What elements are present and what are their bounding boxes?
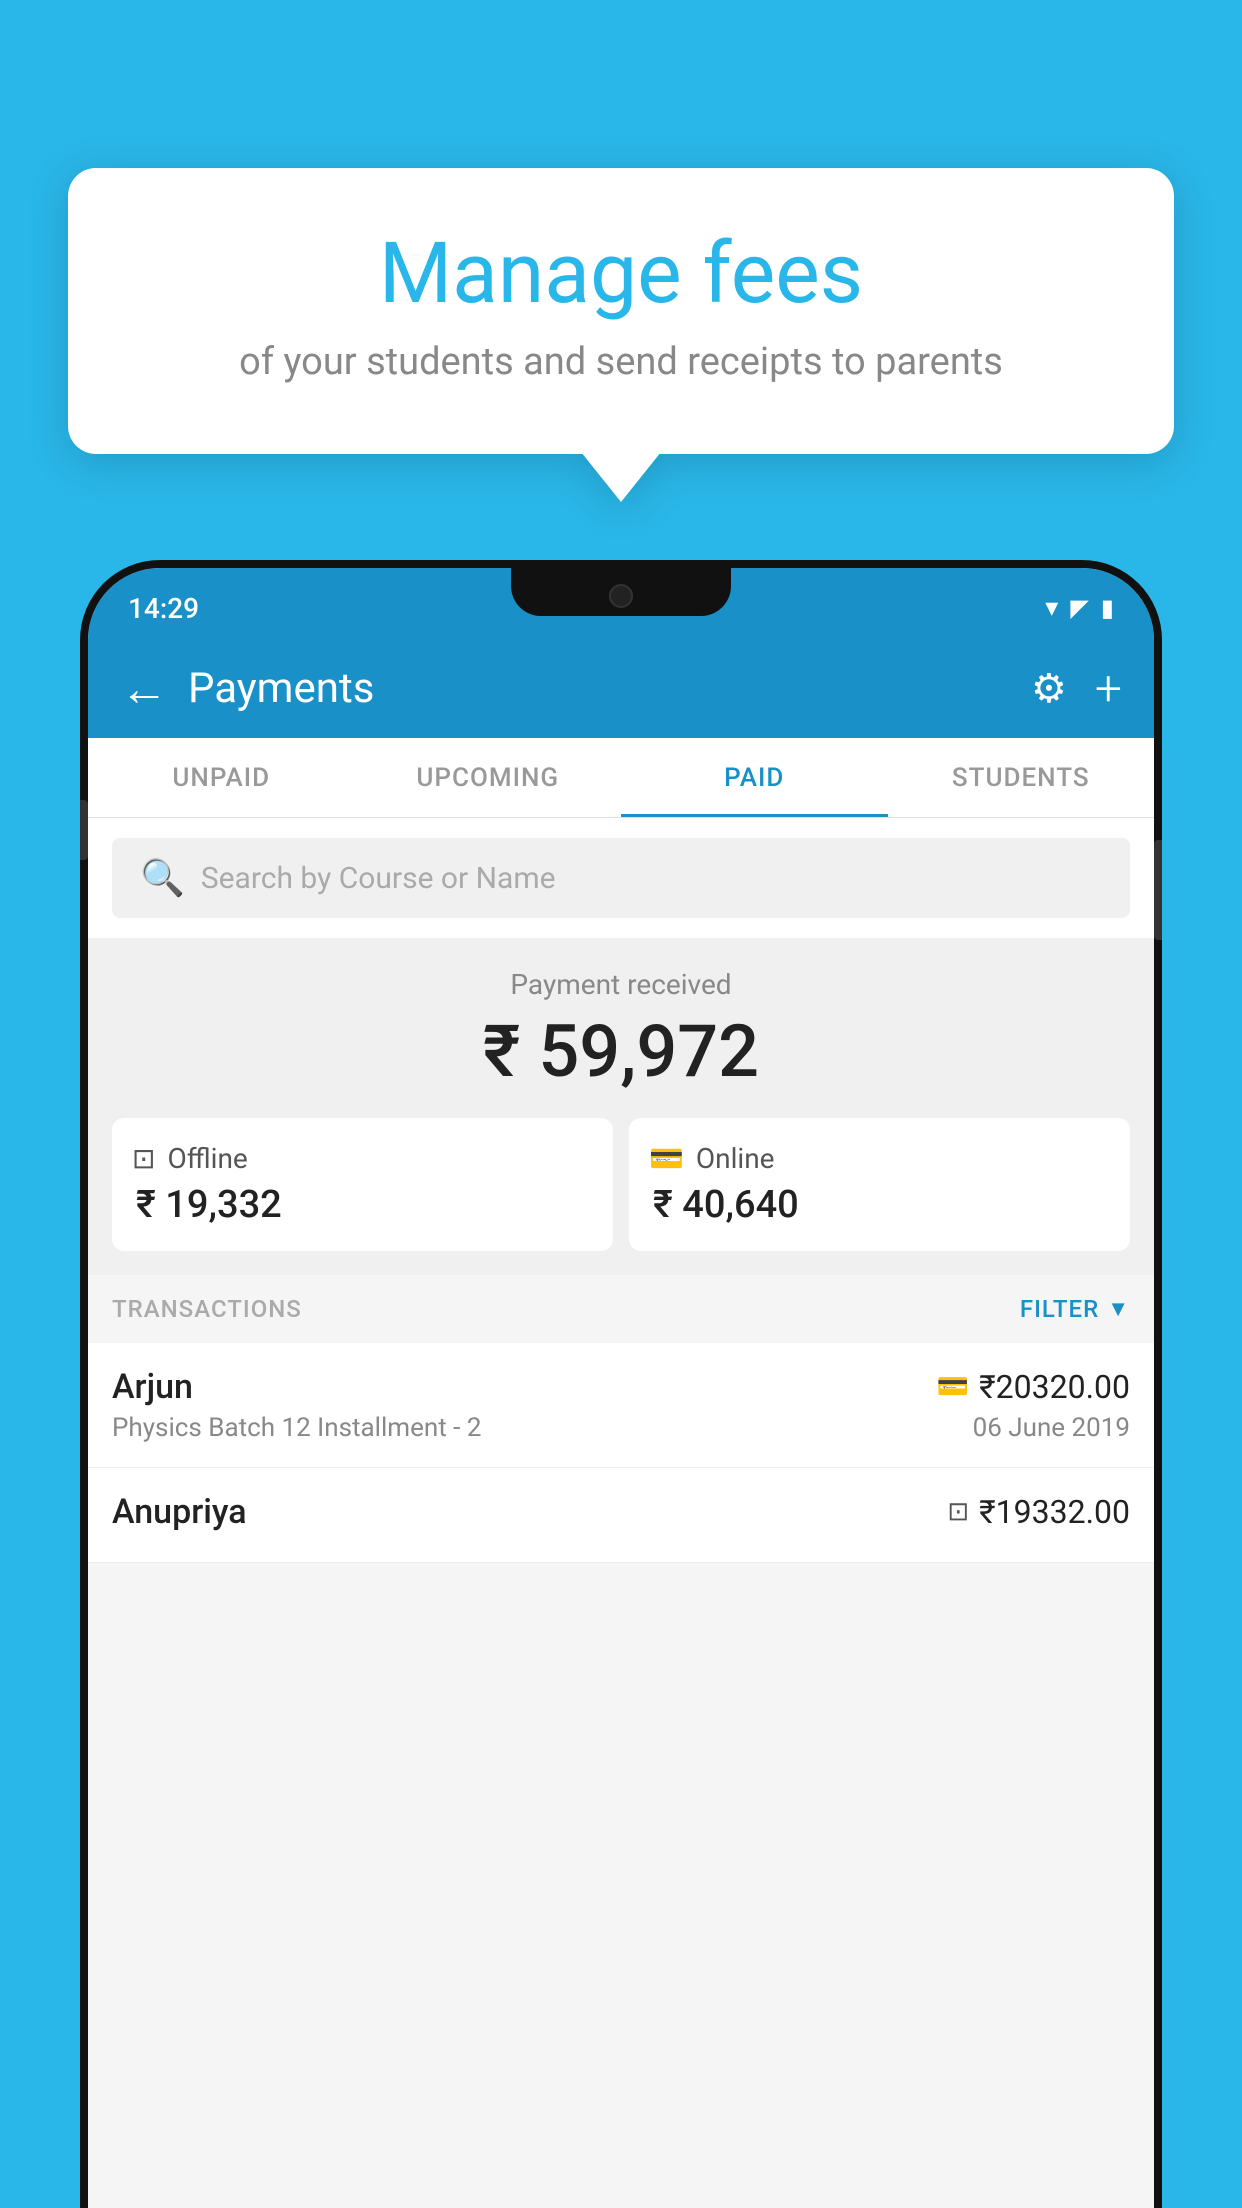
wifi-icon: ▾ xyxy=(1045,593,1058,623)
back-button[interactable]: ← xyxy=(120,660,168,717)
search-container: 🔍 Search by Course or Name xyxy=(88,818,1154,938)
transaction-cash-icon: ⊡ xyxy=(947,1497,969,1527)
phone-frame: 14:29 ▾ ◤ ▮ ← Payments ⚙ + xyxy=(80,560,1162,2208)
transaction-top: Arjun 💳 ₹20320.00 xyxy=(112,1367,1130,1407)
power-button xyxy=(1154,840,1162,940)
filter-button[interactable]: FILTER ▼ xyxy=(1020,1295,1130,1323)
search-icon: 🔍 xyxy=(140,857,185,899)
transaction-amount-wrapper: ⊡ ₹19332.00 xyxy=(947,1493,1130,1531)
filter-icon: ▼ xyxy=(1107,1296,1130,1322)
online-card-header: 💳 Online xyxy=(649,1142,1110,1175)
transaction-date: 06 June 2019 xyxy=(973,1413,1130,1443)
offline-card-header: ⊡ Offline xyxy=(132,1142,593,1175)
transaction-amount: ₹20320.00 xyxy=(979,1368,1130,1406)
phone-notch xyxy=(511,568,731,616)
speech-bubble: Manage fees of your students and send re… xyxy=(68,168,1174,454)
table-row[interactable]: Anupriya ⊡ ₹19332.00 xyxy=(88,1468,1154,1563)
transactions-header: TRANSACTIONS FILTER ▼ xyxy=(88,1275,1154,1343)
payment-summary: Payment received ₹ 59,972 ⊡ Offline ₹ 19… xyxy=(88,938,1154,1275)
payment-total-amount: ₹ 59,972 xyxy=(112,1009,1130,1094)
filter-label-text: FILTER xyxy=(1020,1295,1099,1323)
search-bar[interactable]: 🔍 Search by Course or Name xyxy=(112,838,1130,918)
tab-students[interactable]: STUDENTS xyxy=(888,738,1155,817)
status-time: 14:29 xyxy=(128,592,199,625)
phone-camera xyxy=(609,584,633,608)
tabs-bar: UNPAID UPCOMING PAID STUDENTS xyxy=(88,738,1154,818)
plus-icon[interactable]: + xyxy=(1095,660,1122,717)
online-amount: ₹ 40,640 xyxy=(653,1183,1110,1227)
table-row[interactable]: Arjun 💳 ₹20320.00 Physics Batch 12 Insta… xyxy=(88,1343,1154,1468)
transaction-amount-wrapper: 💳 ₹20320.00 xyxy=(937,1368,1130,1406)
offline-label: Offline xyxy=(167,1142,247,1175)
status-icons: ▾ ◤ ▮ xyxy=(1045,593,1114,623)
search-input[interactable]: Search by Course or Name xyxy=(201,861,556,896)
volume-button xyxy=(80,800,88,860)
transaction-name: Arjun xyxy=(112,1367,193,1407)
offline-payment-card: ⊡ Offline ₹ 19,332 xyxy=(112,1118,613,1251)
gear-icon[interactable]: ⚙ xyxy=(1031,665,1067,712)
signal-icon: ◤ xyxy=(1070,594,1088,622)
header-right: ⚙ + xyxy=(1031,660,1122,717)
transaction-card-icon: 💳 xyxy=(937,1372,969,1402)
tab-paid[interactable]: PAID xyxy=(621,738,888,817)
transaction-name: Anupriya xyxy=(112,1492,247,1532)
battery-icon: ▮ xyxy=(1101,594,1114,622)
transactions-label: TRANSACTIONS xyxy=(112,1295,302,1323)
header-left: ← Payments xyxy=(120,660,374,717)
payment-cards: ⊡ Offline ₹ 19,332 💳 Online ₹ 40,640 xyxy=(112,1118,1130,1251)
phone-screen: 14:29 ▾ ◤ ▮ ← Payments ⚙ + xyxy=(88,568,1154,2208)
transaction-top: Anupriya ⊡ ₹19332.00 xyxy=(112,1492,1130,1532)
online-label: Online xyxy=(696,1142,775,1175)
transaction-bottom: Physics Batch 12 Installment - 2 06 June… xyxy=(112,1413,1130,1443)
transaction-amount: ₹19332.00 xyxy=(979,1493,1130,1531)
payment-received-label: Payment received xyxy=(112,968,1130,1001)
online-icon: 💳 xyxy=(649,1142,684,1175)
tab-upcoming[interactable]: UPCOMING xyxy=(355,738,622,817)
online-payment-card: 💳 Online ₹ 40,640 xyxy=(629,1118,1130,1251)
app-header: ← Payments ⚙ + xyxy=(88,638,1154,738)
bubble-title: Manage fees xyxy=(128,228,1114,320)
header-title: Payments xyxy=(188,664,374,713)
offline-icon: ⊡ xyxy=(132,1142,155,1175)
bubble-subtitle: of your students and send receipts to pa… xyxy=(128,340,1114,384)
offline-amount: ₹ 19,332 xyxy=(136,1183,593,1227)
transaction-description: Physics Batch 12 Installment - 2 xyxy=(112,1413,481,1443)
tab-unpaid[interactable]: UNPAID xyxy=(88,738,355,817)
